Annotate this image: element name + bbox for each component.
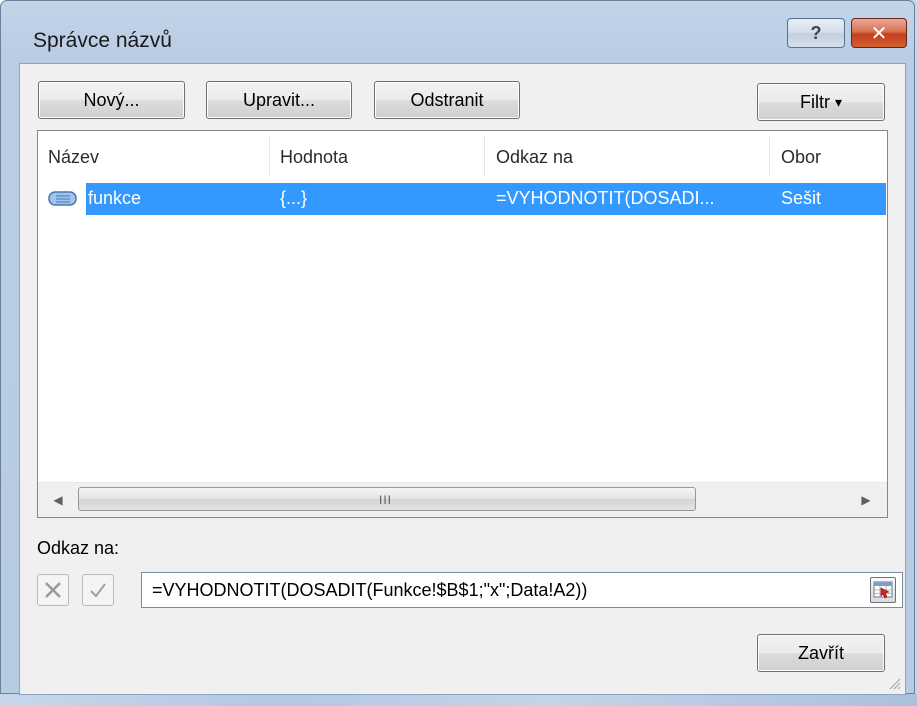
edit-name-button[interactable]: Upravit...	[206, 81, 352, 119]
refers-to-label: Odkaz na:	[37, 538, 120, 558]
close-button-label: Zavřít	[797, 642, 844, 663]
row-refers-to: =VYHODNOTIT(DOSADI...	[496, 188, 715, 208]
resize-grip-icon[interactable]	[887, 676, 901, 690]
cancel-edit-button[interactable]	[37, 574, 69, 606]
scroll-right-icon[interactable]: ▶	[858, 492, 874, 508]
collapse-dialog-button[interactable]	[870, 577, 896, 603]
refers-to-input[interactable]: =VYHODNOTIT(DOSADIT(Funkce!$B$1;"x";Data…	[141, 572, 903, 608]
column-divider[interactable]	[269, 137, 270, 175]
dropdown-arrow-icon: ▾	[834, 93, 843, 110]
help-icon: ?	[810, 22, 822, 43]
cancel-x-icon	[45, 582, 61, 598]
row-scope: Sešit	[781, 188, 822, 208]
dialog-title: Správce názvů	[33, 29, 172, 52]
table-row[interactable]: funkce {...} =VYHODNOTIT(DOSADI... Sešit	[86, 183, 886, 215]
close-window-button[interactable]: ✕	[851, 18, 907, 48]
confirm-edit-button[interactable]	[82, 574, 114, 606]
column-divider[interactable]	[484, 137, 485, 175]
scroll-grip-icon: III	[379, 493, 393, 507]
column-divider[interactable]	[769, 137, 770, 175]
column-header-name[interactable]: Název	[48, 147, 99, 168]
close-icon: ✕	[870, 22, 888, 45]
filter-label: Filtr	[799, 91, 830, 112]
close-button[interactable]: Zavřít	[757, 634, 885, 672]
named-range-icon	[48, 191, 77, 206]
horizontal-scrollbar[interactable]: ◀ III ▶	[38, 482, 887, 517]
dialog-client-area: Nový... Upravit... Odstranit Filtr ▾ Náz…	[19, 63, 906, 695]
taskbar-strip	[0, 694, 917, 706]
name-manager-dialog: Správce názvů ? ✕ Nový... Upravit... Ods…	[0, 0, 915, 695]
scrollbar-thumb[interactable]: III	[78, 487, 696, 511]
range-select-icon	[873, 581, 893, 599]
delete-name-label: Odstranit	[410, 89, 484, 110]
row-name: funkce	[88, 188, 142, 208]
column-header-scope[interactable]: Obor	[781, 147, 821, 168]
row-value: {...}	[280, 188, 308, 208]
new-name-label: Nový...	[83, 89, 140, 110]
help-button[interactable]: ?	[787, 18, 845, 48]
new-name-button[interactable]: Nový...	[38, 81, 185, 119]
names-list[interactable]: Název Hodnota Odkaz na Obor funkce {...}…	[37, 130, 888, 518]
column-header-value[interactable]: Hodnota	[280, 147, 348, 168]
refers-to-value: =VYHODNOTIT(DOSADIT(Funkce!$B$1;"x";Data…	[152, 580, 588, 600]
scroll-left-icon[interactable]: ◀	[50, 492, 66, 508]
checkmark-icon	[90, 583, 106, 598]
filter-button[interactable]: Filtr ▾	[757, 83, 885, 121]
delete-name-button[interactable]: Odstranit	[374, 81, 520, 119]
edit-name-label: Upravit...	[242, 89, 316, 110]
column-header-refers-to[interactable]: Odkaz na	[496, 147, 573, 168]
